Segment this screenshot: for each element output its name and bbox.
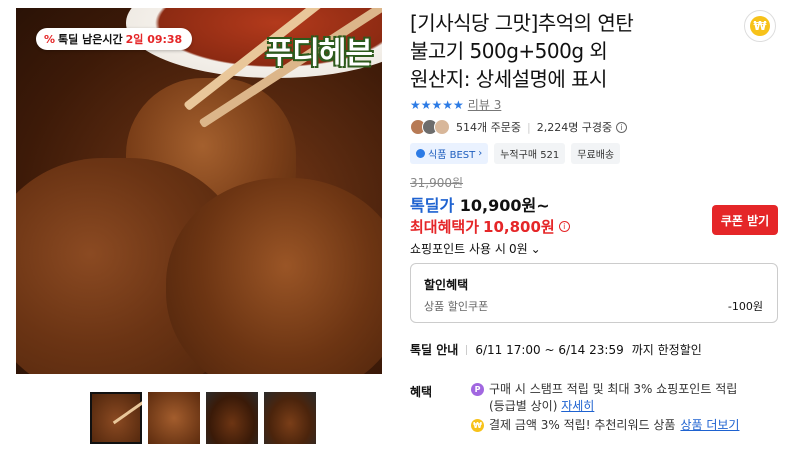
won-coin-icon: ₩: [471, 419, 484, 432]
deal-info: 톡딜 안내 6/11 17:00 ~ 6/14 23:59 까지 한정할인: [410, 341, 702, 358]
deal-timer-badge: % 톡딜 남은시간 2일 09:38: [36, 28, 193, 50]
percent-icon: %: [44, 32, 56, 46]
thumbnail-strip: [90, 392, 316, 444]
get-coupon-button[interactable]: 쿠폰 받기: [712, 205, 778, 235]
point-icon: P: [471, 383, 484, 396]
max-price-value: 10,800원: [483, 218, 555, 236]
timer-value: 2일 09:38: [125, 33, 183, 46]
title-line: [기사식당 그맛]추억의 연탄: [410, 11, 634, 35]
sale-price-value: 10,900원~: [459, 196, 550, 215]
discount-benefit-box: 할인혜택 상품 할인쿠폰 -100원: [410, 263, 778, 323]
reward-coin-button[interactable]: ₩: [744, 10, 776, 42]
viewer-count: 2,224명 구경중: [536, 121, 613, 134]
cumulative-tag: 누적구매 521: [494, 143, 566, 164]
chevron-right-icon: ›: [478, 148, 483, 159]
won-coin-icon: ₩: [750, 16, 770, 36]
badge-icon: [416, 149, 425, 158]
title-line: 원산지: 상세설명에 표시: [410, 67, 607, 91]
points-usage[interactable]: 쇼핑포인트 사용 시 0원 ⌄: [410, 240, 541, 257]
benefit-text: 구매 시 스탬프 적립 및 최대 3% 쇼핑포인트 적립: [489, 382, 738, 396]
deal-period: 6/11 17:00 ~ 6/14 23:59: [475, 342, 624, 357]
discount-row-amount: -100원: [727, 300, 763, 313]
details-link[interactable]: 자세히: [561, 399, 594, 413]
deal-info-label: 톡딜 안내: [410, 343, 459, 357]
sale-price-row: 톡딜가 10,900원~: [410, 192, 550, 216]
order-stats: 514개 주문중 | 2,224명 구경중 i: [410, 119, 628, 135]
chevron-down-icon: ⌄: [530, 241, 541, 256]
points-value: 0원: [508, 242, 528, 256]
shipping-tag: 무료배송: [571, 143, 621, 164]
title-line: 불고기 500g+500g 외: [410, 39, 608, 63]
info-icon[interactable]: i: [616, 121, 628, 133]
review-link[interactable]: 리뷰 3: [468, 96, 502, 113]
avatar: [434, 119, 450, 135]
best-badge-label: 식품 BEST: [428, 150, 476, 161]
benefits-label: 혜택: [410, 385, 433, 399]
product-title: [기사식당 그맛]추억의 연탄 불고기 500g+500g 외 원산지: 상세설…: [410, 9, 710, 93]
timer-label: 톡딜 남은시간: [58, 33, 123, 46]
more-products-link[interactable]: 상품 더보기: [680, 417, 739, 434]
best-badge[interactable]: 식품 BEST ›: [410, 143, 489, 164]
benefit-subtext: (등급별 상이): [489, 399, 558, 413]
thumbnail-4[interactable]: [264, 392, 316, 444]
sale-price-label: 톡딜가: [410, 196, 455, 215]
order-count: 514개 주문중: [456, 121, 521, 134]
benefit-item-reward: ₩ 결제 금액 3% 적립! 추천리워드 상품 상품 더보기: [471, 417, 739, 434]
buyer-avatars: [410, 119, 450, 135]
discount-row-label: 상품 할인쿠폰: [424, 300, 489, 313]
star-rating-icon: ★★★★★: [410, 97, 464, 112]
main-product-image[interactable]: 푸디헤븐 % 톡딜 남은시간 2일 09:38: [16, 8, 382, 374]
thumbnail-2[interactable]: [148, 392, 200, 444]
brand-logo: 푸디헤븐: [265, 36, 373, 71]
rating-row: ★★★★★ 리뷰 3: [410, 96, 501, 113]
benefit-text: 결제 금액 3% 적립! 추천리워드 상품: [489, 418, 676, 432]
thumbnail-3[interactable]: [206, 392, 258, 444]
divider: [466, 344, 468, 355]
info-icon[interactable]: i: [558, 221, 570, 232]
discount-heading: 할인혜택: [424, 278, 469, 292]
max-price-label: 최대혜택가: [410, 218, 480, 236]
divider: |: [526, 120, 531, 134]
discount-row: 상품 할인쿠폰 -100원: [424, 298, 763, 314]
deal-suffix: 까지 한정할인: [631, 343, 702, 357]
points-label: 쇼핑포인트 사용 시: [410, 242, 506, 256]
max-benefit-price: 최대혜택가 10,800원 i: [410, 216, 570, 237]
original-price: 31,900원: [410, 176, 464, 190]
product-tags: 식품 BEST › 누적구매 521 무료배송: [410, 143, 621, 164]
benefit-item-stamp: P 구매 시 스탬프 적립 및 최대 3% 쇼핑포인트 적립 (등급별 상이) …: [471, 381, 737, 415]
thumbnail-1[interactable]: [90, 392, 142, 444]
